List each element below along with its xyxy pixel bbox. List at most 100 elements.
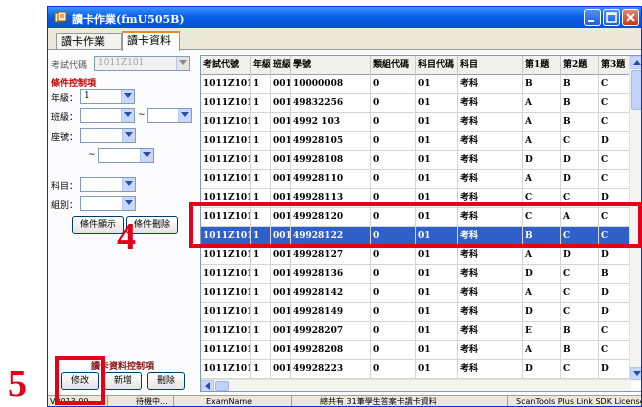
table-cell: 1 bbox=[251, 132, 271, 150]
table-row[interactable]: 1011Z101 1 001 4992 103 0 01 考科 A B C bbox=[201, 113, 631, 132]
group-label: 組別： bbox=[51, 201, 79, 211]
table-cell: C bbox=[561, 284, 599, 302]
class-to-select[interactable] bbox=[147, 108, 192, 123]
h-scroll-thumb[interactable] bbox=[215, 381, 229, 391]
minimize-button[interactable] bbox=[584, 9, 601, 26]
column-header[interactable]: 科目 bbox=[458, 56, 523, 75]
table-row[interactable]: 1011Z101 1 001 49928142 0 01 考科 A C D bbox=[201, 284, 631, 303]
chevron-down-icon bbox=[121, 90, 134, 103]
table-cell: D bbox=[523, 265, 561, 283]
table-cell: 001 bbox=[271, 113, 291, 131]
table-cell: 考科 bbox=[458, 360, 523, 378]
table-row[interactable]: 1011Z101 1 001 49928223 0 01 考科 D C D bbox=[201, 360, 631, 379]
maximize-icon bbox=[606, 12, 617, 23]
grade-select[interactable]: 1 bbox=[80, 89, 135, 104]
table-cell: 1011Z101 bbox=[201, 322, 251, 340]
column-header[interactable]: 班級 bbox=[271, 56, 291, 75]
table-cell: C bbox=[599, 170, 631, 188]
column-header[interactable]: 類組代碼 bbox=[371, 56, 416, 75]
table-cell: B bbox=[561, 341, 599, 359]
table-cell: 10000008 bbox=[291, 75, 371, 93]
subject-label: 科目： bbox=[51, 182, 79, 192]
table-row[interactable]: 1011Z101 1 001 49928110 0 01 考科 A D C bbox=[201, 170, 631, 189]
seat-from-select[interactable] bbox=[80, 128, 136, 143]
close-button[interactable] bbox=[622, 9, 639, 26]
table-cell: 49928127 bbox=[291, 246, 371, 264]
table-cell: 1011Z101 bbox=[201, 75, 251, 93]
table-cell: B bbox=[561, 113, 599, 131]
column-header[interactable]: 學號 bbox=[291, 56, 371, 75]
table-cell: 01 bbox=[416, 322, 458, 340]
app-icon bbox=[54, 11, 67, 23]
window-title: 讀卡作業(fmU505B) bbox=[72, 13, 185, 26]
table-cell: 0 bbox=[371, 284, 416, 302]
table-row[interactable]: 1011Z101 1 001 49928207 0 01 考科 E B C bbox=[201, 322, 631, 341]
tab-card-data[interactable]: 讀卡資料 bbox=[122, 31, 180, 51]
table-row[interactable]: 1011Z101 1 001 49928136 0 01 考科 D C B bbox=[201, 265, 631, 284]
table-cell: 49928108 bbox=[291, 151, 371, 169]
table-row[interactable]: 1011Z101 1 001 49928108 0 01 考科 D D C bbox=[201, 151, 631, 170]
delete-button[interactable]: 刪除 bbox=[147, 372, 185, 390]
table-cell: 001 bbox=[271, 265, 291, 283]
table-cell: 1011Z101 bbox=[201, 246, 251, 264]
annotation-highlight-row bbox=[189, 202, 642, 248]
table-cell: C bbox=[561, 265, 599, 283]
table-cell: 01 bbox=[416, 284, 458, 302]
table-cell: C bbox=[561, 132, 599, 150]
column-header[interactable]: 第1題 bbox=[523, 56, 561, 75]
table-cell: 考科 bbox=[458, 246, 523, 264]
table-cell: 49928110 bbox=[291, 170, 371, 188]
group-select[interactable] bbox=[80, 196, 136, 211]
grade-label: 年級： bbox=[51, 94, 79, 104]
seat-to-select[interactable] bbox=[98, 148, 154, 163]
table-cell: 49928142 bbox=[291, 284, 371, 302]
table-cell: 49928223 bbox=[291, 360, 371, 378]
table-row[interactable]: 1011Z101 1 001 49928149 0 01 考科 D C D bbox=[201, 303, 631, 322]
scroll-down-button[interactable] bbox=[630, 367, 641, 380]
status-license: ScanTools Plus Link SDK License 1 bbox=[516, 397, 642, 406]
exam-code-label: 考試代碼 bbox=[51, 61, 88, 71]
exam-code-select: 1011Z101 bbox=[94, 56, 190, 71]
table-cell: A bbox=[523, 341, 561, 359]
table-cell: C bbox=[561, 303, 599, 321]
table-cell: 1 bbox=[251, 265, 271, 283]
column-header[interactable]: 年級 bbox=[251, 56, 271, 75]
table-cell: 0 bbox=[371, 246, 416, 264]
class-from-select[interactable] bbox=[80, 108, 135, 123]
table-cell: 001 bbox=[271, 303, 291, 321]
table-cell: 考科 bbox=[458, 132, 523, 150]
table-row[interactable]: 1011Z101 1 001 49928105 0 01 考科 A C D bbox=[201, 132, 631, 151]
table-cell: 49928149 bbox=[291, 303, 371, 321]
table-row[interactable]: 1011Z101 1 001 10000008 0 01 考科 B B C bbox=[201, 75, 631, 94]
table-cell: 考科 bbox=[458, 113, 523, 131]
column-header[interactable]: 第3題 bbox=[599, 56, 631, 75]
table-cell: A bbox=[523, 170, 561, 188]
table-cell: 1011Z101 bbox=[201, 360, 251, 378]
table-row[interactable]: 1011Z101 1 001 49928127 0 01 考科 A D D bbox=[201, 246, 631, 265]
chevron-left-icon bbox=[205, 382, 210, 390]
add-button[interactable]: 新增 bbox=[104, 372, 142, 390]
maximize-button[interactable] bbox=[603, 9, 620, 26]
table-cell: 0 bbox=[371, 341, 416, 359]
annotation-label-5: 5 bbox=[8, 363, 27, 405]
tab-card-operation[interactable]: 讀卡作業 bbox=[56, 33, 122, 50]
scroll-thumb[interactable] bbox=[631, 70, 641, 110]
table-cell: 1 bbox=[251, 303, 271, 321]
table-cell: 001 bbox=[271, 284, 291, 302]
column-header[interactable]: 考試代號 bbox=[201, 56, 251, 75]
annotation-label-4: 4 bbox=[117, 216, 136, 258]
table-row[interactable]: 1011Z101 1 001 49832256 0 01 考科 A B C bbox=[201, 94, 631, 113]
table-row[interactable]: 1011Z101 1 001 49928208 0 01 考科 A B C bbox=[201, 341, 631, 360]
scroll-up-button[interactable] bbox=[630, 56, 641, 69]
chevron-down-icon bbox=[121, 109, 134, 122]
subject-select[interactable] bbox=[80, 177, 136, 192]
horizontal-scrollbar[interactable] bbox=[201, 379, 631, 391]
column-header[interactable]: 第2題 bbox=[561, 56, 599, 75]
column-header[interactable]: 科目代碼 bbox=[416, 56, 458, 75]
grid-header: 考試代號 年級 班級 學號 類組代碼 科目代碼 科目 第1題 第2題 第3題 bbox=[201, 56, 631, 75]
table-cell: 1011Z101 bbox=[201, 170, 251, 188]
status-exam-name: ExamName bbox=[174, 396, 292, 406]
scroll-left-button[interactable] bbox=[201, 380, 214, 391]
table-cell: 1 bbox=[251, 75, 271, 93]
title-bar[interactable]: 讀卡作業(fmU505B) bbox=[48, 7, 641, 28]
